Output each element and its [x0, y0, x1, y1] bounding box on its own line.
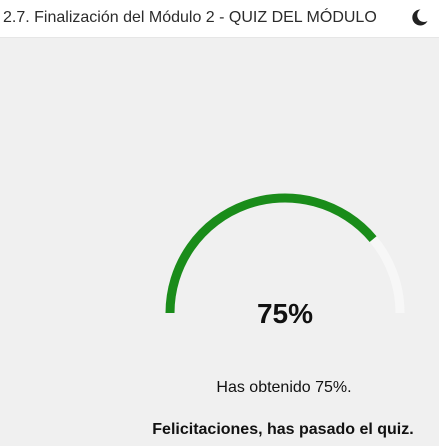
result-message: Has obtenido 75%. — [216, 379, 352, 396]
gauge-track — [165, 193, 405, 314]
dark-mode-toggle[interactable] — [404, 5, 432, 31]
page-title: 2.7. Finalización del Módulo 2 - QUIZ DE… — [3, 9, 377, 26]
score-percentage: 75% — [256, 298, 314, 329]
pass-message: Felicitaciones, has pasado el quiz. — [152, 421, 414, 438]
moon-icon — [412, 9, 428, 26]
top-bar: 2.7. Finalización del Módulo 2 - QUIZ DE… — [0, 0, 439, 38]
gauge-progress-arc — [165, 193, 377, 314]
